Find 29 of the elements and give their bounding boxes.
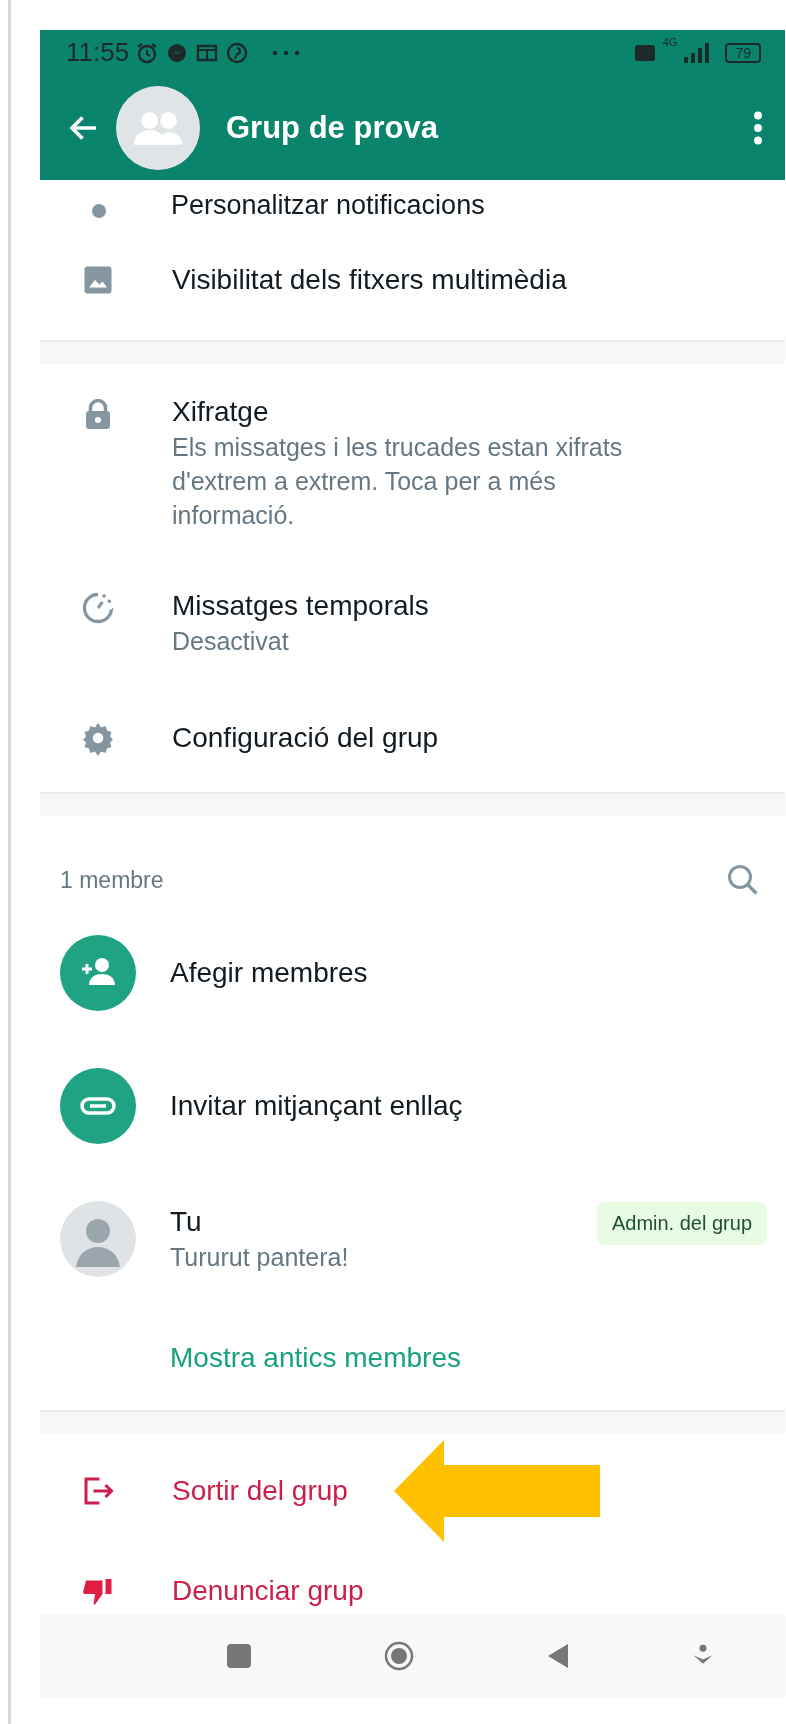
item-subtitle: Els missatges i les trucades estan xifrats d'extrem a extrem. Toca per a més informació. <box>172 432 624 531</box>
danger-action-item[interactable]: Sortir del grup <box>40 1434 785 1547</box>
member-status: Tururut pantera! <box>170 1241 350 1273</box>
group-title[interactable]: Grup de prova <box>226 109 753 146</box>
settings-item[interactable]: Configuració del grup <box>40 684 785 792</box>
recents-button-icon[interactable] <box>224 1641 254 1671</box>
settings-item[interactable]: Xifratge Els missatges i les trucades estan xifrats d'extrem a extrem. Toca per a més informació. <box>40 364 785 558</box>
admin-badge: Admin. del grup <box>596 1202 767 1245</box>
media-visibility-item[interactable]: Visibilitat dels fitxers multimèdia <box>40 220 785 340</box>
member-count: 1 membre <box>60 866 165 895</box>
member-action-item[interactable]: Invitar mitjançant enllaç <box>40 1039 785 1172</box>
link-icon <box>60 1067 136 1144</box>
danger-action-item[interactable]: Denunciar grup <box>40 1547 785 1615</box>
group-avatar-icon[interactable] <box>116 85 200 170</box>
item-subtitle: Desactivat <box>172 626 290 657</box>
network-type: 4G <box>662 36 678 48</box>
add-person-icon <box>60 934 136 1011</box>
signal-icon <box>683 41 712 64</box>
member-item[interactable]: Tu Tururut pantera! Admin. del grup <box>40 1172 785 1305</box>
settings-item[interactable]: Missatges temporals Desactivat <box>40 558 785 684</box>
battery-indicator: 79 <box>725 42 761 63</box>
status-time: 11:55 <box>66 37 130 68</box>
menu-icon[interactable] <box>753 110 763 145</box>
avatar-icon <box>60 1200 136 1277</box>
list-item-title[interactable]: Personalitzar notificacions <box>171 190 485 220</box>
home-button-icon[interactable] <box>384 1641 414 1671</box>
timer-icon <box>80 590 116 626</box>
more-dots-icon <box>271 48 302 57</box>
member-action-item[interactable]: Afegir membres <box>40 906 785 1039</box>
